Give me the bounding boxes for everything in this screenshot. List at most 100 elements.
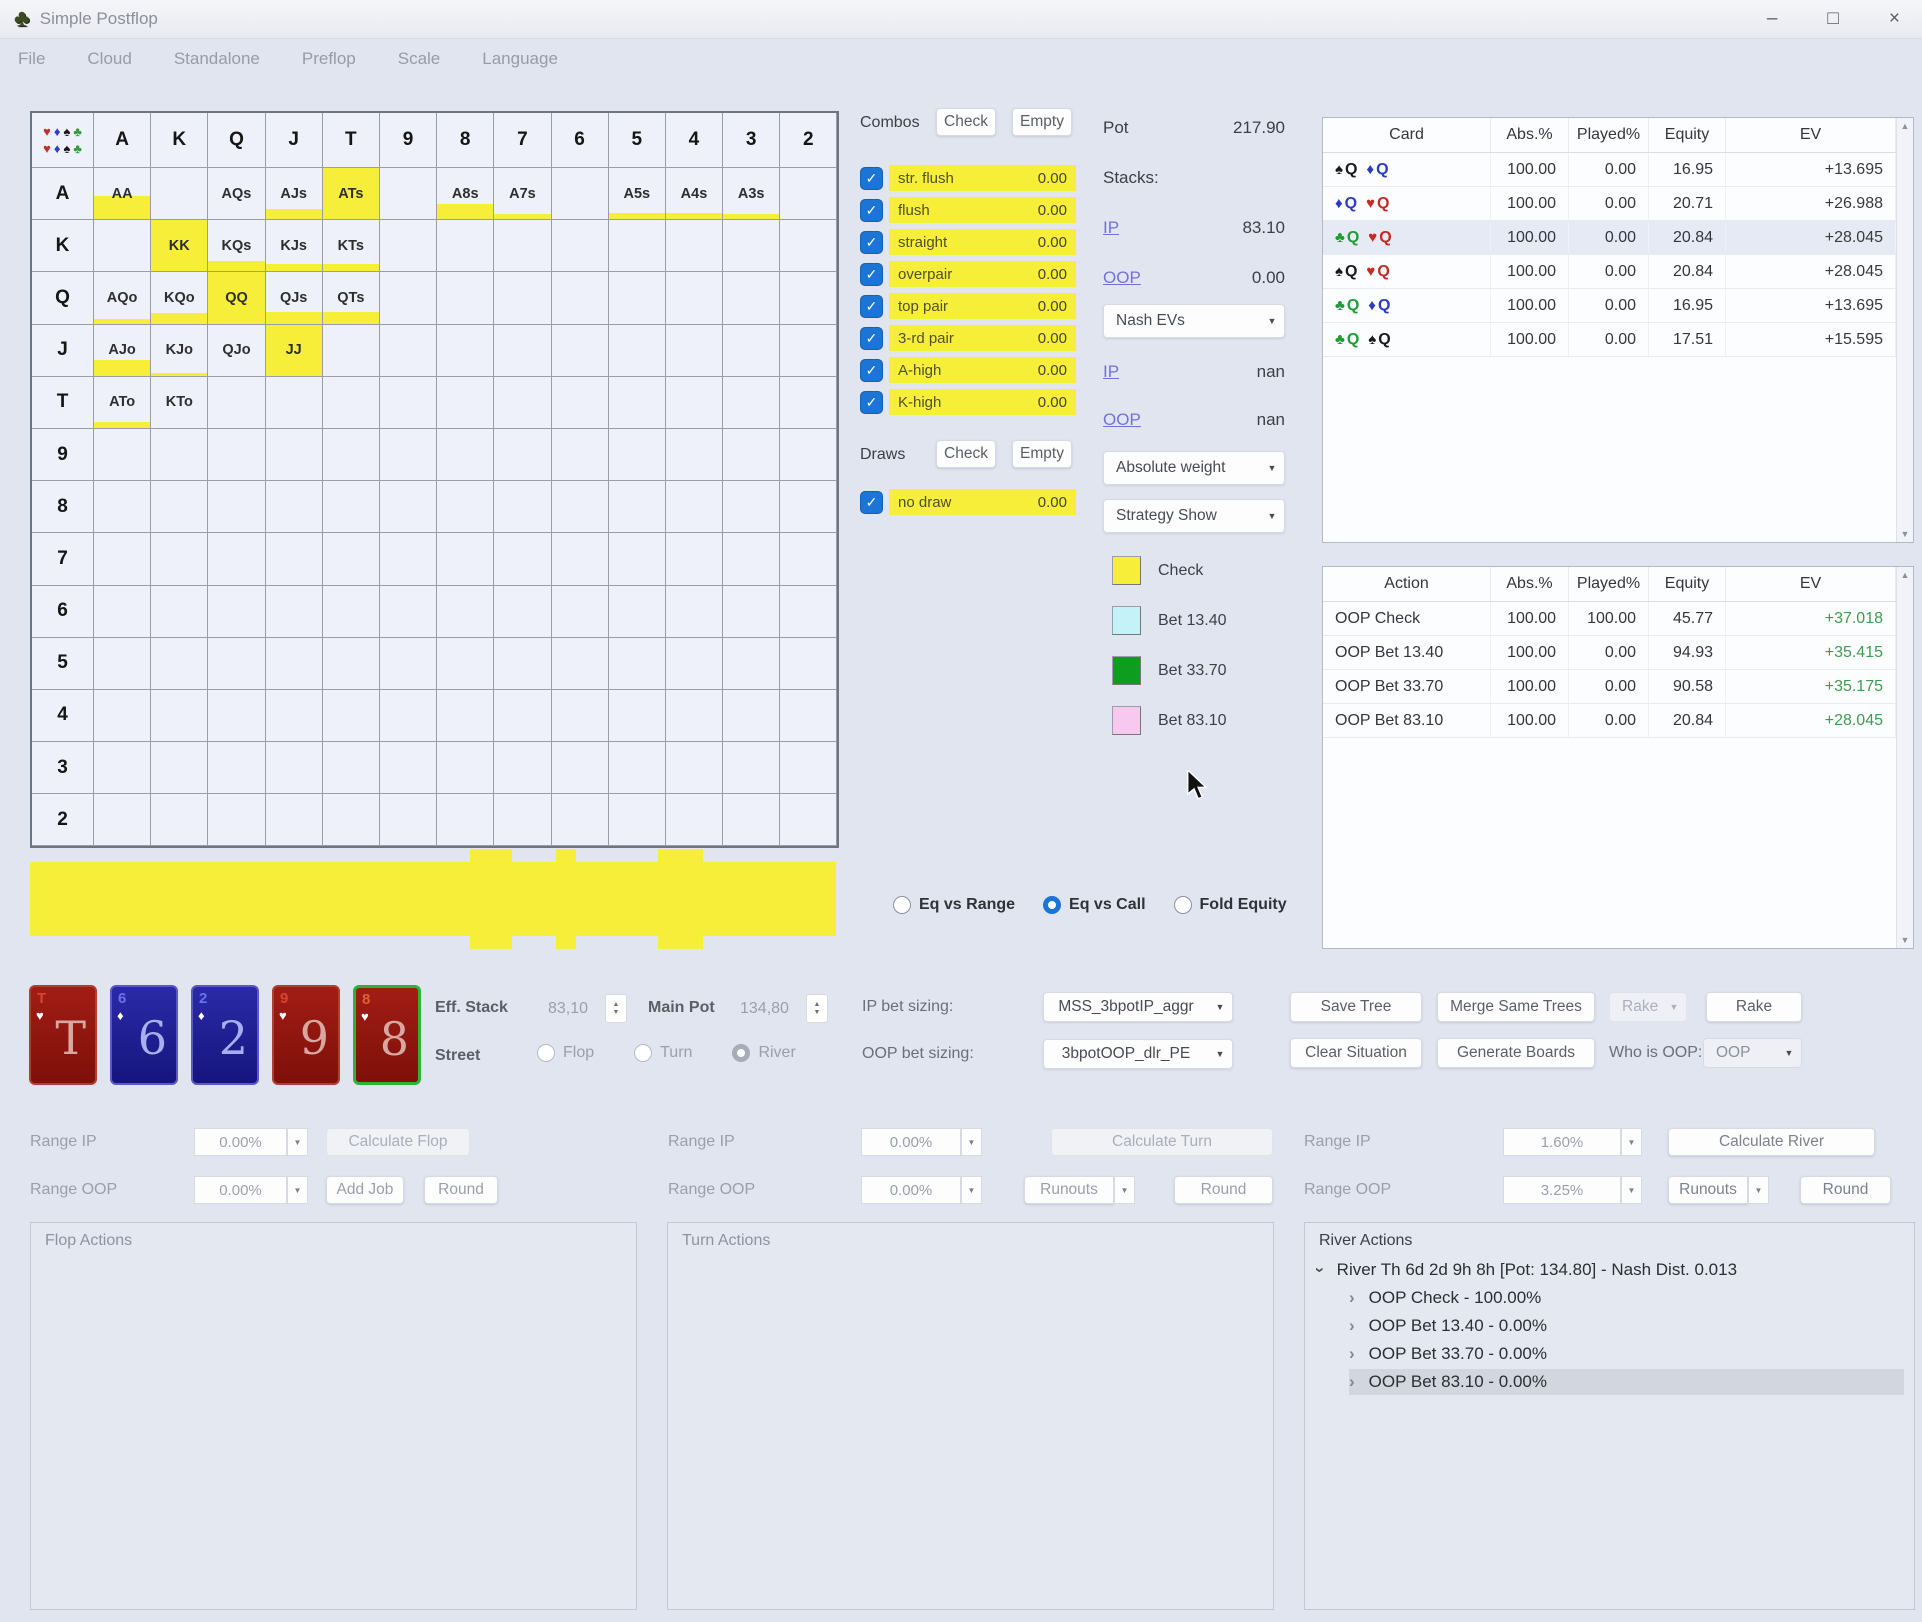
matrix-cell[interactable]: [94, 220, 151, 272]
matrix-cell[interactable]: [552, 742, 609, 794]
evs-mode-dropdown[interactable]: Nash EVs ▼: [1103, 304, 1285, 338]
matrix-cell[interactable]: [552, 377, 609, 429]
checkbox-checked-icon[interactable]: ✓: [860, 263, 883, 286]
matrix-cell-A7s[interactable]: A7s: [494, 168, 551, 220]
river-tree-node[interactable]: ›OOP Bet 13.40 - 0.00%: [1349, 1313, 1904, 1339]
matrix-cell[interactable]: [666, 429, 723, 481]
matrix-cell[interactable]: [609, 325, 666, 377]
matrix-cell[interactable]: [780, 690, 837, 742]
radio-street-turn[interactable]: Turn: [634, 1044, 692, 1062]
scroll-up-icon[interactable]: ▲: [1901, 570, 1910, 580]
matrix-cell[interactable]: [552, 533, 609, 585]
matrix-cell[interactable]: [494, 794, 551, 846]
matrix-cell[interactable]: [380, 638, 437, 690]
matrix-cell-QJo[interactable]: QJo: [208, 325, 265, 377]
combos-empty-button[interactable]: Empty: [1012, 108, 1072, 136]
minimize-icon[interactable]: –: [1767, 8, 1778, 30]
matrix-cell[interactable]: [266, 429, 323, 481]
menu-item-preflop[interactable]: Preflop: [302, 49, 356, 69]
matrix-cell[interactable]: [723, 481, 780, 533]
matrix-cell[interactable]: [323, 533, 380, 585]
matrix-cell[interactable]: [552, 272, 609, 324]
generate-boards-button[interactable]: Generate Boards: [1437, 1038, 1595, 1068]
matrix-cell-KK[interactable]: KK: [151, 220, 208, 272]
matrix-cell[interactable]: [323, 794, 380, 846]
matrix-cell[interactable]: [666, 377, 723, 429]
strategy-mode-dropdown[interactable]: Strategy Show ▼: [1103, 499, 1285, 533]
radio-icon[interactable]: [537, 1044, 555, 1062]
matrix-cell-QQ[interactable]: QQ: [208, 272, 265, 324]
matrix-cell[interactable]: [609, 272, 666, 324]
matrix-cell[interactable]: [151, 742, 208, 794]
checkbox-checked-icon[interactable]: ✓: [860, 327, 883, 350]
add-job-button[interactable]: Add Job: [326, 1176, 404, 1204]
matrix-cell[interactable]: [552, 586, 609, 638]
range-oop-field[interactable]: 0.00%: [861, 1176, 961, 1204]
radio-fold-equity[interactable]: Fold Equity: [1174, 896, 1287, 914]
matrix-cell[interactable]: [609, 742, 666, 794]
matrix-cell[interactable]: [780, 794, 837, 846]
matrix-cell[interactable]: [323, 377, 380, 429]
matrix-cell[interactable]: [780, 168, 837, 220]
matrix-cell[interactable]: [437, 742, 494, 794]
matrix-cell[interactable]: [609, 586, 666, 638]
radio-icon[interactable]: [634, 1044, 652, 1062]
matrix-cell[interactable]: [666, 794, 723, 846]
scrollbar[interactable]: ▲▼: [1896, 567, 1913, 948]
matrix-cell[interactable]: [666, 533, 723, 585]
matrix-cell[interactable]: [208, 429, 265, 481]
river-tree-node[interactable]: ›OOP Check - 100.00%: [1349, 1285, 1904, 1311]
main-pot-value[interactable]: 134,80: [740, 1000, 789, 1018]
matrix-cell[interactable]: [437, 533, 494, 585]
chevron-collapsed-icon[interactable]: ›: [1349, 1344, 1355, 1364]
radio-icon[interactable]: [1174, 896, 1192, 914]
river-tree-root[interactable]: › River Th 6d 2d 9h 8h [Pot: 134.80] - N…: [1317, 1257, 1737, 1283]
matrix-cell[interactable]: [151, 794, 208, 846]
chevron-down-icon[interactable]: ▼: [1748, 1176, 1769, 1204]
menu-item-language[interactable]: Language: [482, 49, 558, 69]
matrix-cell[interactable]: [94, 794, 151, 846]
matrix-cell[interactable]: [266, 742, 323, 794]
matrix-cell[interactable]: [380, 429, 437, 481]
matrix-cell-AJo[interactable]: AJo: [94, 325, 151, 377]
matrix-cell[interactable]: [494, 481, 551, 533]
radio-icon[interactable]: [893, 896, 911, 914]
river-tree-node[interactable]: ›OOP Bet 83.10 - 0.00%: [1349, 1369, 1904, 1395]
scroll-down-icon[interactable]: ▼: [1901, 935, 1910, 945]
matrix-cell[interactable]: [151, 429, 208, 481]
matrix-cell-KJo[interactable]: KJo: [151, 325, 208, 377]
matrix-cell[interactable]: [780, 377, 837, 429]
matrix-cell[interactable]: [208, 586, 265, 638]
matrix-cell[interactable]: [94, 533, 151, 585]
matrix-cell[interactable]: [380, 325, 437, 377]
draws-check-button[interactable]: Check: [936, 440, 996, 468]
round-button[interactable]: Round: [1174, 1176, 1273, 1204]
matrix-cell[interactable]: [780, 481, 837, 533]
matrix-cell[interactable]: [552, 168, 609, 220]
clear-situation-button[interactable]: Clear Situation: [1290, 1038, 1422, 1068]
matrix-cell[interactable]: [380, 220, 437, 272]
matrix-cell[interactable]: [208, 690, 265, 742]
checkbox-checked-icon[interactable]: ✓: [860, 391, 883, 414]
board-card-Th[interactable]: T♥T: [29, 985, 97, 1085]
matrix-cell[interactable]: [609, 481, 666, 533]
matrix-cell[interactable]: [208, 481, 265, 533]
oop-stack-link[interactable]: OOP: [1103, 268, 1141, 288]
matrix-cell[interactable]: [780, 586, 837, 638]
chevron-down-icon[interactable]: ▼: [961, 1128, 982, 1156]
matrix-cell-A8s[interactable]: A8s: [437, 168, 494, 220]
matrix-cell[interactable]: [151, 586, 208, 638]
matrix-cell[interactable]: [266, 794, 323, 846]
matrix-cell[interactable]: [323, 586, 380, 638]
matrix-cell[interactable]: [94, 481, 151, 533]
matrix-cell-AJs[interactable]: AJs: [266, 168, 323, 220]
matrix-cell[interactable]: [666, 742, 723, 794]
matrix-cell[interactable]: [609, 794, 666, 846]
action-table-row[interactable]: OOP Bet 83.10100.000.0020.84+28.045: [1323, 704, 1913, 738]
matrix-cell[interactable]: [780, 272, 837, 324]
checkbox-checked-icon[interactable]: ✓: [860, 167, 883, 190]
matrix-cell[interactable]: [723, 742, 780, 794]
runouts-button[interactable]: Runouts: [1668, 1176, 1748, 1204]
matrix-cell-AQo[interactable]: AQo: [94, 272, 151, 324]
matrix-cell[interactable]: [151, 690, 208, 742]
